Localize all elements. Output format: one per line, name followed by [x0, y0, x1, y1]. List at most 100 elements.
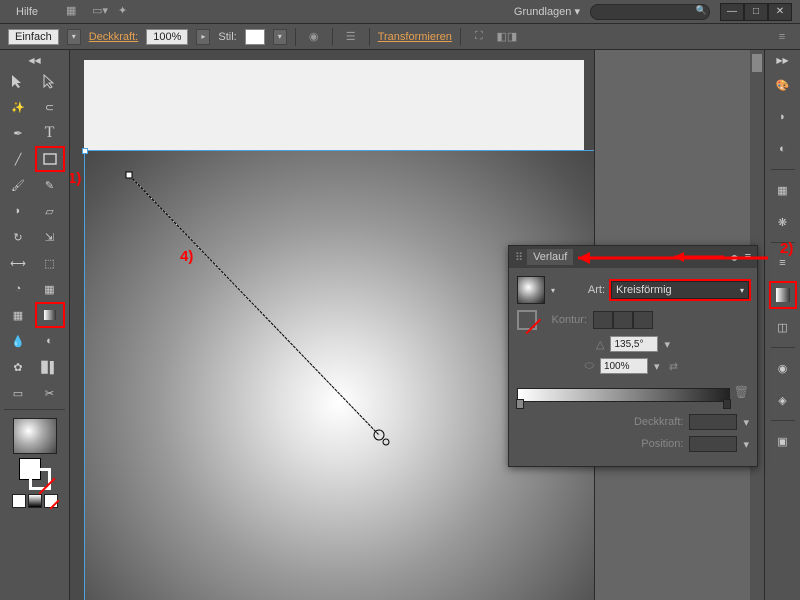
stop-opacity-label: Deckkraft: [517, 416, 683, 428]
appearance-icon[interactable]: ◉ [771, 356, 795, 380]
magic-wand-tool[interactable]: ✨ [4, 95, 32, 119]
line-tool[interactable]: ╱ [4, 147, 32, 171]
gpu-icon[interactable]: ✦ [118, 4, 134, 20]
panel-collapse-icon[interactable]: ◀▶ [728, 253, 740, 262]
search-input[interactable] [590, 4, 710, 20]
stop-opacity-field[interactable] [689, 414, 737, 430]
scale-tool[interactable]: ⇲ [36, 225, 64, 249]
shape-builder-tool[interactable]: ◔ [4, 277, 32, 301]
tools-collapse-icon[interactable]: ◀◀ [4, 56, 65, 65]
right-panel-strip: ▶▶ 🎨 ◗ ◐ ▦ ❋ ≡ ◫ ◉ ◈ ▣ [764, 50, 800, 600]
slice-tool[interactable]: ✂ [36, 381, 64, 405]
window-close-button[interactable]: ✕ [768, 3, 792, 21]
stroke-label: Kontur: [543, 314, 587, 326]
gradient-swatch[interactable] [517, 276, 545, 304]
color-guide-icon[interactable]: ◗ [771, 105, 795, 129]
angle-icon: △ [596, 338, 604, 351]
style-dropdown[interactable]: ▾ [273, 29, 287, 45]
aspect-icon: ⬭ [585, 360, 594, 373]
width-tool[interactable]: ⟷ [4, 251, 32, 275]
blob-brush-tool[interactable]: ◗ [4, 199, 32, 223]
style-label: Stil: [218, 31, 236, 43]
stop-position-dropdown[interactable]: ▾ [743, 438, 749, 451]
selection-tool[interactable] [4, 69, 32, 93]
opacity-field[interactable]: 100% [146, 29, 188, 45]
blend-mode-dropdown[interactable]: ▾ [67, 29, 81, 45]
pencil-tool[interactable]: ✎ [36, 173, 64, 197]
mesh-tool[interactable]: ▦ [4, 303, 32, 327]
annotation-2: 2) [780, 240, 793, 257]
swatches-icon[interactable]: ◐ [771, 137, 795, 161]
menu-bar: Hilfe ▦ ▭▾ ✦ Grundlagen ▾ — □ ✕ [0, 0, 800, 24]
isolate-icon[interactable]: ⛶ [469, 27, 489, 47]
stroke-swatch[interactable] [517, 310, 537, 330]
workspace-switcher[interactable]: Grundlagen ▾ [504, 5, 590, 18]
eraser-tool[interactable]: ▱ [36, 199, 64, 223]
stop-opacity-dropdown[interactable]: ▾ [743, 416, 749, 429]
swatch-dropdown-icon[interactable]: ▾ [551, 286, 555, 295]
graph-tool[interactable]: ▊▌ [36, 355, 64, 379]
tools-panel: ◀◀ ✨ ⊂ ✒ T ╱ 🖌 ✎ ◗ ▱ ↻ ⇲ ⟷ ⬚ ◔ ▦ ▦ 💧 ◐ ✿… [0, 50, 70, 600]
panel-grip-icon[interactable]: ⠿ [515, 251, 523, 264]
stop-position-field[interactable] [689, 436, 737, 452]
panel-menu-icon[interactable]: ≡ [772, 27, 792, 47]
layers-icon[interactable]: ▣ [771, 429, 795, 453]
strip-collapse-icon[interactable]: ▶▶ [776, 56, 788, 65]
eyedropper-tool[interactable]: 💧 [4, 329, 32, 353]
gradient-panel-icon[interactable] [771, 283, 795, 307]
blend-mode-field[interactable]: Einfach [8, 29, 59, 45]
symbol-sprayer-tool[interactable]: ✿ [4, 355, 32, 379]
gradient-type-dropdown[interactable]: Kreisförmig▾ [611, 281, 749, 299]
paintbrush-tool[interactable]: 🖌 [4, 173, 32, 197]
window-maximize-button[interactable]: □ [744, 3, 768, 21]
perspective-tool[interactable]: ▦ [36, 277, 64, 301]
menu-help[interactable]: Hilfe [8, 6, 46, 18]
color-mode-gradient[interactable] [28, 494, 42, 508]
gradient-stop-end[interactable] [723, 399, 731, 409]
gradient-stop-start[interactable] [516, 399, 524, 409]
angle-field[interactable] [610, 336, 658, 352]
gradient-ramp[interactable] [517, 388, 730, 402]
blend-tool[interactable]: ◐ [36, 329, 64, 353]
type-tool[interactable]: T [36, 121, 64, 145]
style-swatch[interactable] [245, 29, 265, 45]
color-mode-none[interactable] [44, 494, 58, 508]
stroke-apply-1[interactable] [593, 311, 613, 329]
pen-tool[interactable]: ✒ [4, 121, 32, 145]
reverse-icon[interactable]: ⇄ [665, 360, 681, 373]
symbols-icon[interactable]: ❋ [771, 210, 795, 234]
panel-menu-icon[interactable]: ≡ [745, 251, 751, 263]
arrange-icon[interactable]: ▭▾ [92, 4, 108, 20]
window-minimize-button[interactable]: — [720, 3, 744, 21]
gradient-tab[interactable]: Verlauf [527, 249, 573, 265]
lasso-tool[interactable]: ⊂ [36, 95, 64, 119]
aspect-dropdown[interactable]: ▾ [654, 360, 660, 373]
color-mode-solid[interactable] [12, 494, 26, 508]
opacity-dropdown[interactable]: ▸ [196, 29, 210, 45]
delete-stop-icon[interactable]: 🗑 [734, 385, 749, 399]
free-transform-tool[interactable]: ⬚ [36, 251, 64, 275]
artboard-tool[interactable]: ▭ [4, 381, 32, 405]
aspect-field[interactable] [600, 358, 648, 374]
color-panel-icon[interactable]: 🎨 [771, 73, 795, 97]
preferences-icon[interactable]: ☰ [341, 27, 361, 47]
annotation-1: 1) [70, 170, 81, 187]
rectangle-tool[interactable] [36, 147, 64, 171]
stroke-apply-3[interactable] [633, 311, 653, 329]
fill-stroke-swatch[interactable] [19, 458, 51, 490]
direct-selection-tool[interactable] [36, 69, 64, 93]
stroke-apply-2[interactable] [613, 311, 633, 329]
rotate-tool[interactable]: ↻ [4, 225, 32, 249]
gradient-panel: ⠿ Verlauf ◀▶ ≡ ▾ Art: Kreisförmig▾ Kontu… [508, 245, 758, 467]
graphic-styles-icon[interactable]: ◈ [771, 388, 795, 412]
transform-link[interactable]: Transformieren [378, 31, 452, 43]
fill-preview[interactable] [13, 418, 57, 454]
doc-setup-icon[interactable]: ◉ [304, 27, 324, 47]
bridge-icon[interactable]: ▦ [66, 4, 82, 20]
brushes-icon[interactable]: ▦ [771, 178, 795, 202]
angle-dropdown[interactable]: ▾ [664, 338, 670, 351]
gradient-tool[interactable] [36, 303, 64, 327]
opacity-label[interactable]: Deckkraft: [89, 31, 139, 43]
transparency-icon[interactable]: ◫ [771, 315, 795, 339]
align-icon[interactable]: ◧◨ [497, 27, 517, 47]
